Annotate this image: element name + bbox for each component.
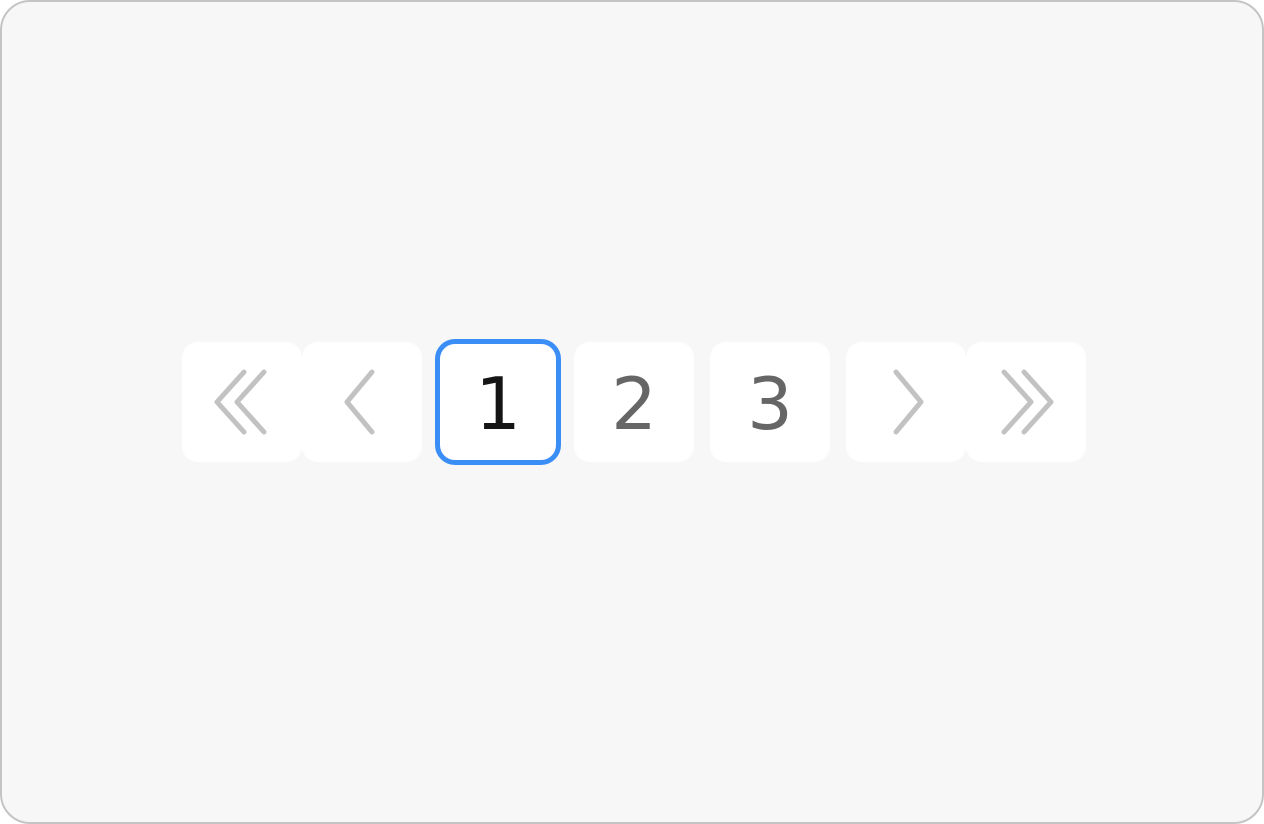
page-label: 2 (611, 362, 657, 446)
first-page-button[interactable] (182, 342, 302, 462)
page-label: 3 (747, 362, 793, 446)
last-page-button[interactable] (966, 342, 1086, 462)
page-button-2[interactable]: 2 (574, 342, 694, 462)
next-page-button[interactable] (846, 342, 966, 462)
chevron-right-icon (893, 369, 924, 435)
double-chevron-left-icon (214, 369, 267, 435)
page-label: 1 (475, 362, 521, 446)
double-chevron-right-icon (1001, 369, 1054, 435)
page-button-1[interactable]: 1 (435, 339, 561, 465)
page-button-3[interactable]: 3 (710, 342, 830, 462)
app-window: 1 2 3 (0, 0, 1264, 824)
chevron-left-icon (344, 369, 375, 435)
prev-page-button[interactable] (302, 342, 422, 462)
